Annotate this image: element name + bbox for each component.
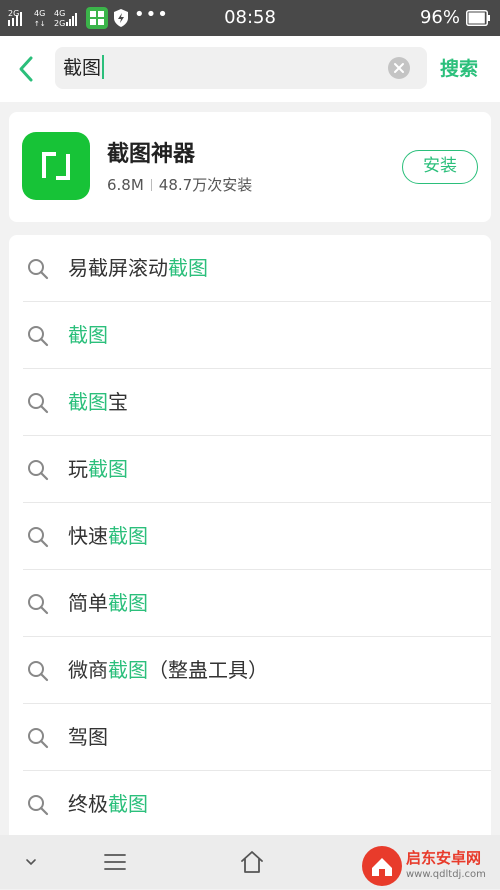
house-logo-icon (372, 858, 392, 876)
clear-button[interactable] (388, 57, 410, 79)
search-icon (28, 661, 49, 682)
search-icon (28, 259, 49, 280)
suggestion-highlight: 截图 (68, 390, 108, 414)
app-meta: 6.8M 48.7万次安装 (107, 174, 252, 196)
meta-divider (150, 178, 152, 191)
battery-icon (466, 10, 490, 26)
clear-circle-icon (394, 63, 404, 73)
search-input[interactable]: 截图 (63, 47, 105, 89)
watermark-logo (362, 846, 402, 886)
suggestion-prefix: 驾图 (68, 725, 108, 749)
suggestion-item[interactable]: 快速截图 (9, 503, 491, 570)
shield-icon (114, 9, 128, 27)
suggestion-item[interactable]: 截图宝 (9, 369, 491, 436)
search-icon (28, 594, 49, 615)
suggestion-highlight: 截图 (108, 792, 148, 816)
suggestion-text: 易截屏滚动截图 (68, 235, 208, 302)
more-notifications-icon: ••• (134, 4, 169, 25)
app-icon[interactable] (22, 132, 90, 200)
suggestion-text: 截图 (68, 302, 108, 369)
suggestion-prefix: 快速 (68, 524, 108, 548)
suggestion-highlight: 截图 (168, 256, 208, 280)
menu-button[interactable] (100, 847, 130, 877)
search-query: 截图 (63, 57, 102, 79)
search-icon (28, 460, 49, 481)
back-button[interactable] (10, 51, 42, 87)
signal-label-3: 4G (54, 9, 65, 18)
chevron-down-icon (26, 859, 36, 866)
suggestion-highlight: 截图 (108, 658, 148, 682)
suggestion-highlight: 截图 (108, 591, 148, 615)
suggestion-suffix: （整蛊工具） (148, 658, 268, 682)
search-icon (28, 728, 49, 749)
watermark-title: 启东安卓网 (406, 849, 482, 867)
suggestion-highlight: 截图 (68, 323, 108, 347)
text-caret (102, 54, 105, 79)
signal-label-2: 4G (34, 9, 45, 18)
search-icon (28, 393, 49, 414)
suggestion-prefix: 玩 (68, 457, 88, 481)
suggestion-item[interactable]: 微商截图（整蛊工具） (9, 637, 491, 704)
suggestion-text: 终极截图 (68, 771, 148, 835)
search-icon (28, 527, 49, 548)
suggestion-item[interactable]: 简单截图 (9, 570, 491, 637)
suggestion-item[interactable]: 驾图 (9, 704, 491, 771)
search-box[interactable]: 截图 (55, 47, 427, 89)
app-installs: 48.7万次安装 (158, 176, 253, 194)
search-icon (28, 795, 49, 816)
app-result-card[interactable]: 截图神器 6.8M 48.7万次安装 安装 (9, 112, 491, 222)
suggestion-list: 易截屏滚动截图 截图 截图宝 玩截图 快速截图 简单截图 微商截图（整蛊工具） … (9, 235, 491, 835)
suggestion-item[interactable]: 玩截图 (9, 436, 491, 503)
suggestion-text: 快速截图 (68, 503, 148, 570)
menu-icon (104, 854, 126, 870)
suggestion-item[interactable]: 终极截图 (9, 771, 491, 835)
suggestion-text: 微商截图（整蛊工具） (68, 637, 268, 704)
home-button[interactable] (237, 847, 267, 877)
watermark: 启东安卓网 www.qdltdj.com (360, 846, 496, 886)
suggestion-text: 简单截图 (68, 570, 148, 637)
suggestion-prefix: 简单 (68, 591, 108, 615)
collapse-button[interactable] (16, 847, 46, 877)
app-notification-icon (86, 7, 108, 29)
suggestion-item[interactable]: 截图 (9, 302, 491, 369)
signal-icon: 2G 4G ↑↓ 4G 2G (8, 9, 77, 28)
signal-label-4: 2G (54, 19, 65, 28)
suggestion-text: 驾图 (68, 704, 108, 771)
home-icon (241, 851, 263, 873)
chevron-left-icon (19, 56, 33, 82)
clock: 08:58 (224, 7, 276, 28)
suggestion-highlight: 截图 (88, 457, 128, 481)
suggestion-highlight: 截图 (108, 524, 148, 548)
search-icon (28, 326, 49, 347)
suggestion-suffix: 宝 (108, 390, 128, 414)
suggestion-prefix: 易截屏滚动 (68, 256, 168, 280)
battery-percent: 96% (419, 7, 460, 28)
suggestion-item[interactable]: 易截屏滚动截图 (9, 235, 491, 302)
watermark-url: www.qdltdj.com (406, 869, 486, 880)
suggestion-text: 玩截图 (68, 436, 128, 503)
suggestion-prefix: 微商 (68, 658, 108, 682)
search-button[interactable]: 搜索 (440, 54, 478, 84)
suggestion-text: 截图宝 (68, 369, 128, 436)
app-size: 6.8M (107, 176, 144, 194)
status-bar: 2G 4G ↑↓ 4G 2G ••• 08:58 96% (0, 0, 500, 36)
search-header: 截图 搜索 (0, 36, 500, 102)
install-button[interactable]: 安装 (402, 150, 478, 184)
crop-frame-icon (42, 152, 70, 180)
svg-text:↑↓: ↑↓ (34, 20, 46, 28)
app-name[interactable]: 截图神器 (107, 140, 195, 170)
suggestion-prefix: 终极 (68, 792, 108, 816)
